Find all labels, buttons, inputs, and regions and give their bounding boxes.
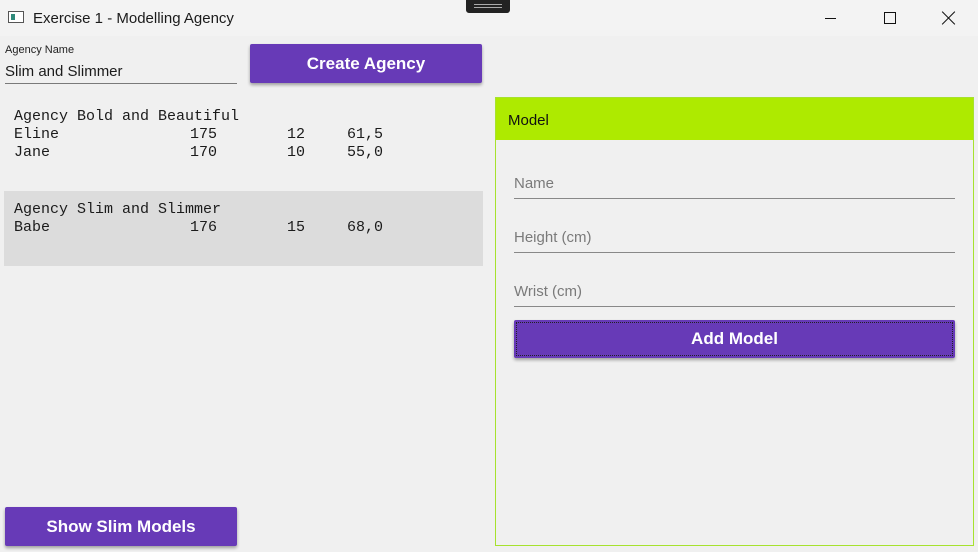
model-name: Eline: [14, 126, 60, 143]
model-bmi: 61,5: [347, 126, 384, 143]
model-card-header: Model: [496, 98, 973, 140]
minimize-button[interactable]: [801, 0, 859, 36]
model-card-title: Model: [508, 112, 549, 129]
drag-handle[interactable]: [466, 0, 510, 13]
agency-list: Agency Bold and Beautiful Eline 175 12 6…: [4, 98, 483, 266]
model-wrist: 12: [287, 126, 306, 143]
model-height: 176: [190, 219, 218, 236]
app-icon: [8, 11, 24, 23]
agency-header: Agency Bold and Beautiful: [14, 108, 240, 125]
add-model-button[interactable]: Add Model: [514, 320, 955, 358]
model-height: 170: [190, 144, 218, 161]
model-height: 175: [190, 126, 218, 143]
show-slim-models-button[interactable]: Show Slim Models: [5, 507, 237, 546]
close-button[interactable]: [920, 0, 978, 36]
model-name-field[interactable]: [514, 168, 955, 199]
close-icon: [942, 11, 956, 25]
agency-name-input[interactable]: [5, 59, 237, 84]
model-wrist: 10: [287, 144, 306, 161]
model-name: Babe: [14, 219, 51, 236]
agency-item-selected[interactable]: Agency Slim and Slimmer Babe 176 15 68,0: [4, 191, 483, 266]
model-row: Jane 170 10 55,0: [14, 144, 473, 162]
minimize-icon: [824, 17, 836, 19]
maximize-icon: [884, 12, 896, 24]
agency-name-label: Agency Name: [5, 44, 75, 56]
model-name: Jane: [14, 144, 51, 161]
model-bmi: 68,0: [347, 219, 384, 236]
model-wrist: 15: [287, 219, 306, 236]
model-wrist-field[interactable]: [514, 276, 955, 307]
model-height-field[interactable]: [514, 222, 955, 253]
model-bmi: 55,0: [347, 144, 384, 161]
create-agency-button[interactable]: Create Agency: [250, 44, 482, 83]
agency-header: Agency Slim and Slimmer: [14, 201, 222, 218]
maximize-button[interactable]: [861, 0, 919, 36]
title-bar: Exercise 1 - Modelling Agency: [0, 0, 978, 36]
model-row: Eline 175 12 61,5: [14, 126, 473, 144]
window-title: Exercise 1 - Modelling Agency: [33, 10, 234, 27]
agency-item[interactable]: Agency Bold and Beautiful Eline 175 12 6…: [4, 98, 483, 182]
model-row: Babe 176 15 68,0: [14, 219, 473, 237]
